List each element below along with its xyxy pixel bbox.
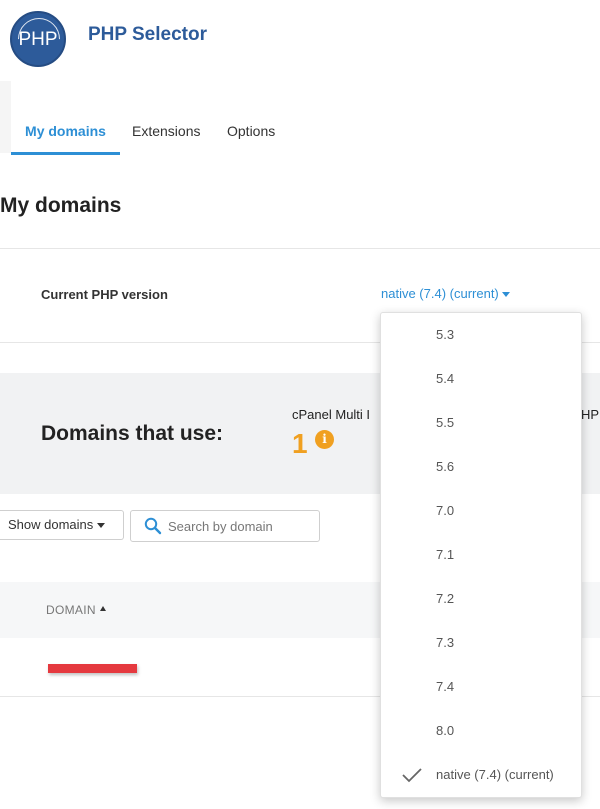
option-label: 5.4 [436,371,455,386]
column-header-label: DOMAIN [46,603,96,617]
show-domains-button[interactable]: Show domains [0,510,124,540]
option-label: 8.0 [436,723,455,738]
sort-ascending-icon [99,606,106,612]
checkmark-icon [402,768,422,783]
option-label: 7.0 [436,503,455,518]
column-header-domain[interactable]: DOMAIN [46,603,106,617]
option-label: 7.1 [436,547,455,562]
search-input[interactable] [168,516,313,536]
logo-text: PHP [18,29,58,50]
info-icon[interactable]: i [315,430,334,449]
dropdown-option-5-5[interactable]: 5.5 [381,401,581,445]
php-logo: PHP [9,9,69,69]
divider [0,248,600,249]
option-label: 7.3 [436,635,455,650]
option-label: 5.5 [436,415,455,430]
dropdown-option-5-6[interactable]: 5.6 [381,445,581,489]
panel-title: Domains that use: [41,422,224,445]
panel-subtitle: cPanel Multi I [292,407,371,422]
dropdown-option-7-3[interactable]: 7.3 [381,621,581,665]
dropdown-option-7-1[interactable]: 7.1 [381,533,581,577]
dropdown-option-7-2[interactable]: 7.2 [381,577,581,621]
option-label: 7.2 [436,591,455,606]
php-version-value: native (7.4) (current) [381,286,499,301]
dropdown-option-native[interactable]: native (7.4) (current) [381,753,581,797]
page-title: My domains [0,194,122,217]
option-label: 5.3 [436,327,455,342]
option-label: 7.4 [436,679,455,694]
dropdown-option-5-4[interactable]: 5.4 [381,357,581,401]
php-version-dropdown-toggle[interactable]: native (7.4) (current) [381,286,510,301]
php-version-dropdown-menu: 5.3 5.4 5.5 5.6 7.0 7.1 7.2 7.3 7.4 8.0 … [380,312,582,798]
caret-down-icon [501,292,510,298]
domain-count: 1 [292,428,308,459]
show-domains-label: Show domains [8,517,94,532]
search-icon [144,517,162,535]
dropdown-option-5-3[interactable]: 5.3 [381,313,581,357]
option-label: native (7.4) (current) [436,767,554,782]
dropdown-option-7-0[interactable]: 7.0 [381,489,581,533]
caret-down-icon [97,523,106,529]
search-box[interactable] [130,510,320,542]
tab-extensions[interactable]: Extensions [132,112,200,152]
panel-subtitle-right: HP [581,407,600,422]
tab-my-domains[interactable]: My domains [11,112,120,155]
option-label: 5.6 [436,459,455,474]
dropdown-option-8-0[interactable]: 8.0 [381,709,581,753]
dropdown-option-7-4[interactable]: 7.4 [381,665,581,709]
php-version-label: Current PHP version [41,287,168,302]
redacted-domain [48,664,137,673]
tab-options[interactable]: Options [227,112,275,152]
left-strip [0,81,11,153]
app-title: PHP Selector [88,24,207,45]
